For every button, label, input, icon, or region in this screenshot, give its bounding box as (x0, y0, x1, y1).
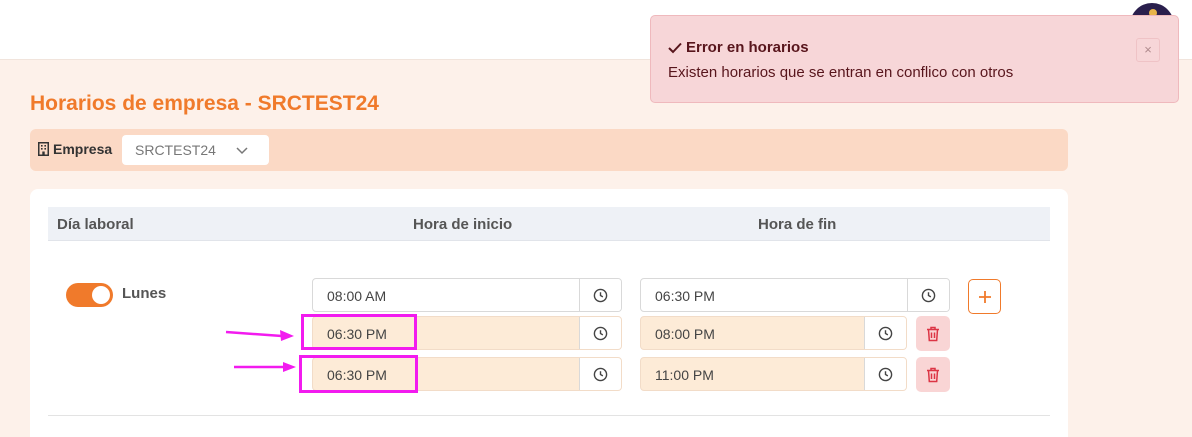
annotation-highlight-1 (301, 314, 417, 350)
clock-icon (593, 288, 608, 302)
toast-title: Error en horarios (668, 39, 809, 56)
company-label-text: Empresa (53, 141, 113, 157)
delete-slot-button-3[interactable] (916, 357, 950, 392)
delete-slot-button-2[interactable] (916, 316, 950, 351)
clock-icon (878, 326, 893, 340)
start-time-field-1[interactable]: 08:00 AM (312, 278, 622, 312)
day-toggle-lunes[interactable] (66, 283, 113, 307)
clock-icon (593, 326, 608, 340)
clock-button[interactable] (579, 358, 621, 390)
schedule-card: Día laboral Hora de inicio Hora de fin L… (30, 189, 1068, 437)
clock-button[interactable] (864, 358, 906, 390)
clock-button[interactable] (864, 317, 906, 349)
trash-icon (927, 367, 939, 382)
building-icon (38, 142, 49, 156)
annotation-arrow-1 (225, 330, 294, 341)
company-filter-label: Empresa (38, 141, 112, 157)
clock-icon (921, 288, 936, 302)
error-toast: Error en horarios Existen horarios que s… (650, 15, 1179, 103)
start-time-value: 08:00 AM (327, 288, 387, 304)
chevron-down-icon (236, 147, 248, 155)
clock-icon (878, 367, 893, 381)
plus-icon (978, 290, 991, 303)
annotation-arrow-2 (234, 362, 296, 372)
clock-button[interactable] (579, 317, 621, 349)
day-label-lunes: Lunes (122, 285, 167, 302)
header-end-time: Hora de fin (758, 216, 837, 233)
add-slot-button[interactable] (968, 279, 1001, 314)
clock-icon (593, 367, 608, 381)
end-time-field-2[interactable]: 08:00 PM (640, 316, 907, 350)
end-time-value: 08:00 PM (655, 326, 715, 342)
toggle-knob (92, 286, 110, 304)
company-select-value: SRCTEST24 (135, 142, 216, 158)
end-time-field-1[interactable]: 06:30 PM (640, 278, 950, 312)
check-icon (668, 42, 682, 53)
header-start-time: Hora de inicio (413, 216, 513, 233)
company-filter-bar: Empresa SRCTEST24 (30, 129, 1068, 171)
end-time-value: 06:30 PM (655, 288, 715, 304)
company-select[interactable]: SRCTEST24 (122, 135, 269, 165)
page-title: Horarios de empresa - SRCTEST24 (30, 92, 379, 115)
header-work-day: Día laboral (57, 216, 134, 233)
clock-button[interactable] (579, 279, 621, 311)
end-time-value: 11:00 PM (655, 367, 714, 383)
clock-button[interactable] (907, 279, 949, 311)
close-icon[interactable]: × (1136, 38, 1160, 62)
table-header: Día laboral Hora de inicio Hora de fin (48, 207, 1050, 241)
toast-title-text: Error en horarios (686, 39, 809, 56)
row-divider (48, 415, 1050, 416)
trash-icon (927, 326, 939, 341)
annotation-highlight-2 (299, 355, 418, 393)
toast-message: Existen horarios que se entran en confli… (668, 64, 1014, 81)
end-time-field-3[interactable]: 11:00 PM (640, 357, 907, 391)
